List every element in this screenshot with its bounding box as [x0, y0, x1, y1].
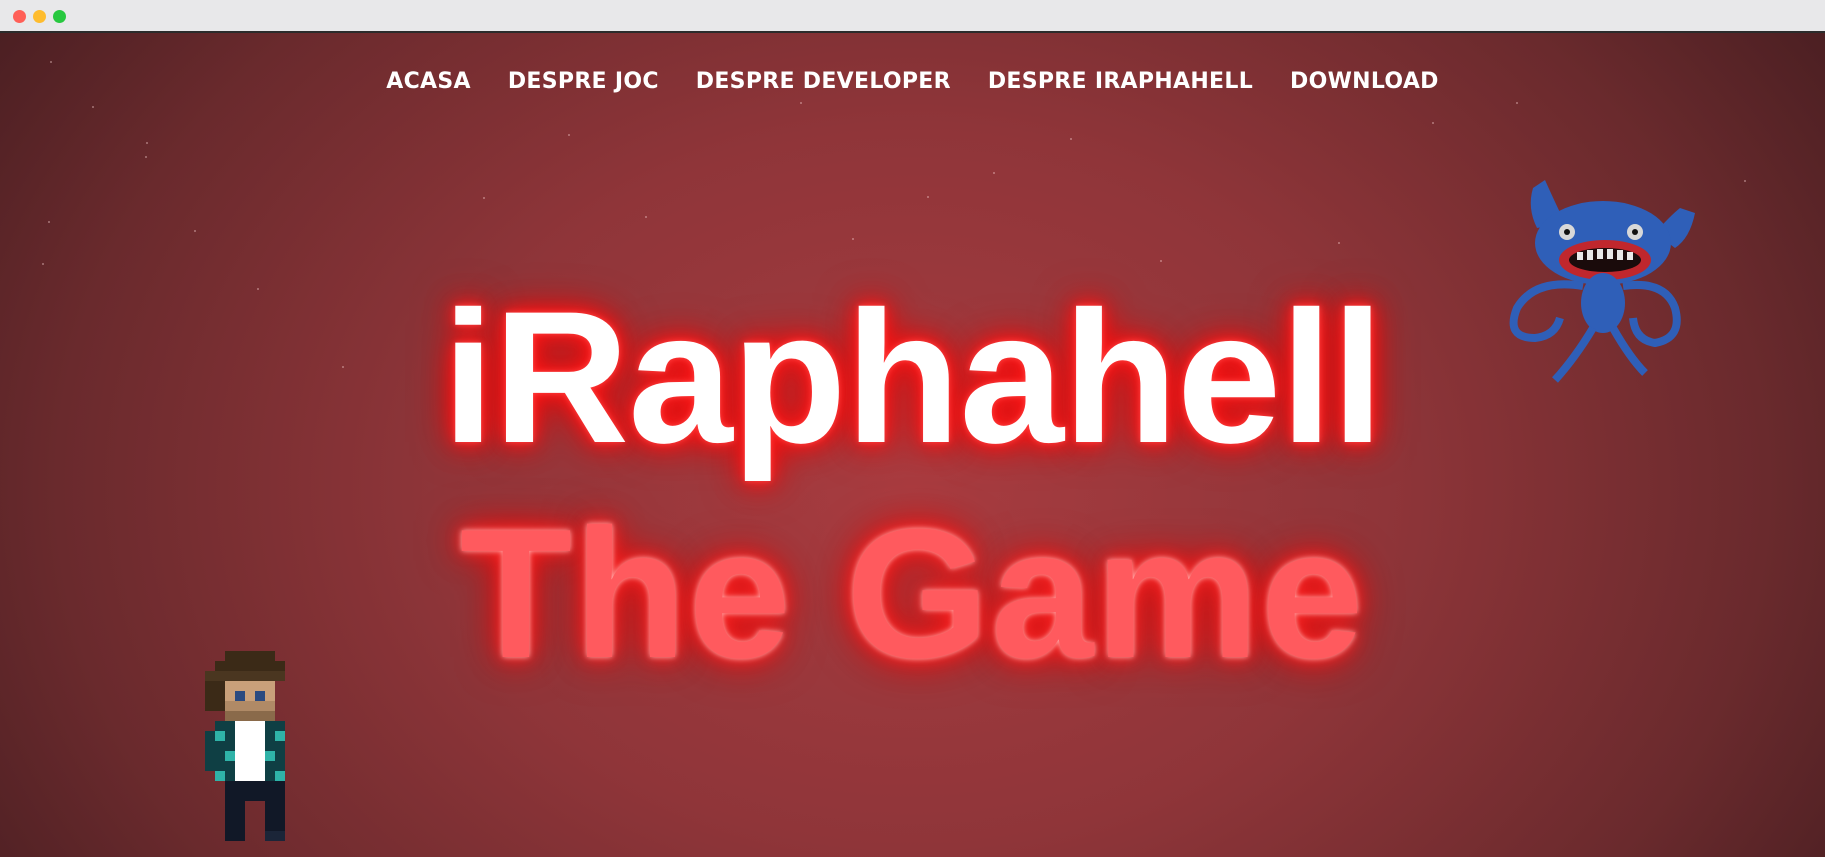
nav-link-download[interactable]: DOWNLOAD: [1290, 69, 1439, 94]
browser-window: ACASA DESPRE JOC DESPRE DEVELOPER DESPRE…: [0, 0, 1825, 857]
nav-link-acasa[interactable]: ACASA: [386, 69, 471, 94]
nav-link-despre-developer[interactable]: DESPRE DEVELOPER: [696, 69, 951, 94]
star-speck: [1160, 260, 1162, 262]
star-speck: [800, 102, 802, 104]
close-window-button[interactable]: [13, 10, 26, 23]
minimize-window-button[interactable]: [33, 10, 46, 23]
star-speck: [1338, 242, 1340, 244]
star-speck: [42, 263, 44, 265]
star-speck: [1070, 138, 1072, 140]
star-speck: [568, 134, 570, 136]
star-speck: [645, 216, 647, 218]
pixel-character-icon: [205, 651, 285, 841]
star-speck: [50, 61, 52, 63]
window-titlebar: [0, 0, 1825, 33]
hero-section: ACASA DESPRE JOC DESPRE DEVELOPER DESPRE…: [0, 33, 1825, 857]
star-speck: [1744, 180, 1746, 182]
maximize-window-button[interactable]: [53, 10, 66, 23]
star-speck: [92, 106, 94, 108]
star-speck: [145, 156, 147, 158]
star-speck: [1516, 102, 1518, 104]
star-speck: [852, 238, 854, 240]
nav-link-despre-joc[interactable]: DESPRE JOC: [508, 69, 659, 94]
star-speck: [48, 221, 50, 223]
nav-link-despre-iraphahell[interactable]: DESPRE IRAPHAHELL: [988, 69, 1253, 94]
huggy-wuggy-monster-icon: [1509, 180, 1695, 383]
star-speck: [194, 230, 196, 232]
star-speck: [993, 172, 995, 174]
main-navigation: ACASA DESPRE JOC DESPRE DEVELOPER DESPRE…: [0, 69, 1825, 94]
star-speck: [483, 197, 485, 199]
star-speck: [1432, 122, 1434, 124]
star-speck: [146, 142, 148, 144]
star-speck: [927, 196, 929, 198]
